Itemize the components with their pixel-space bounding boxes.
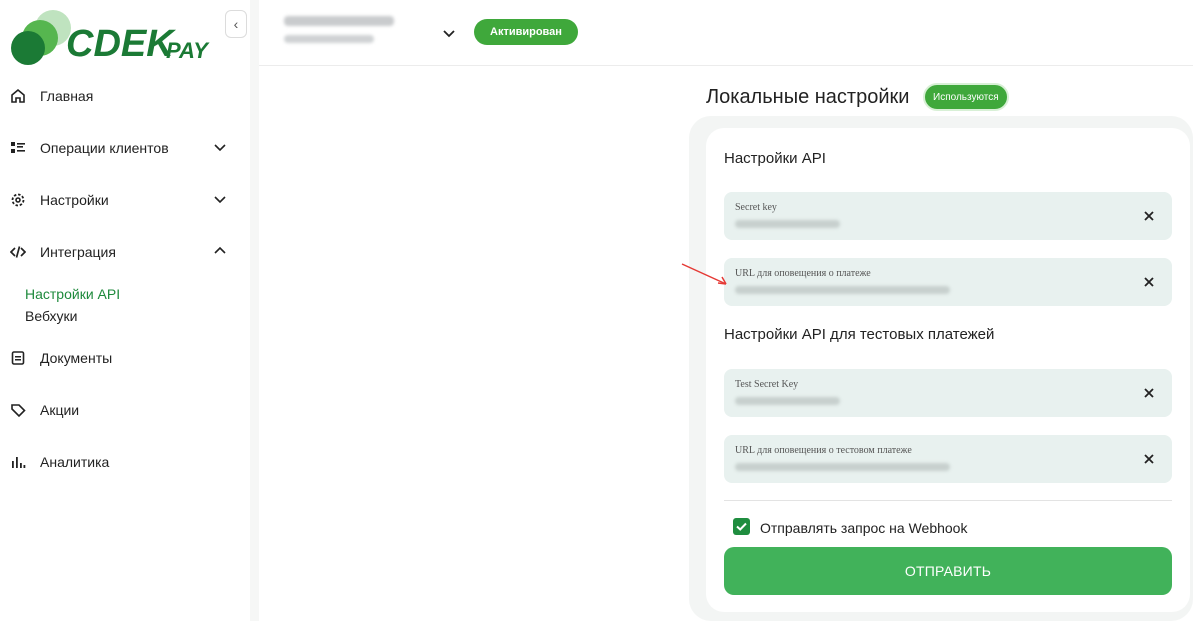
close-icon[interactable] [1142,209,1156,223]
chevron-down-icon [214,196,226,204]
account-name-blurred[interactable] [284,16,394,26]
chevron-down-icon [214,144,226,152]
svg-text:CDEK: CDEK [66,23,176,65]
webhook-checkbox[interactable] [733,518,750,535]
sidebar-separator [250,0,259,621]
sidebar-subitem-api-settings[interactable]: Настройки API [25,286,120,302]
sidebar-item-client-operations[interactable]: Операции клиентов [10,136,235,160]
sidebar: CDEK PAY ‹ Главная Операции клиентов Нас… [0,0,250,621]
divider [724,500,1172,501]
field-label: Secret key [735,202,777,213]
close-icon[interactable] [1142,452,1156,466]
test-api-settings-heading: Настройки API для тестовых платежей [724,326,995,343]
field-value-blurred[interactable] [735,220,840,228]
test-payment-notification-url-field[interactable]: URL для оповещения о тестовом платеже [724,435,1172,483]
sidebar-subitem-webhooks[interactable]: Вебхуки [25,308,77,324]
chevron-down-icon[interactable] [442,26,456,40]
sidebar-item-label: Операции клиентов [40,140,169,156]
chevron-up-icon [214,246,226,254]
chevron-left-icon: ‹ [233,16,239,32]
account-email-blurred [284,35,374,43]
page-title: Локальные настройки [706,86,910,108]
home-icon [10,88,26,104]
field-label: Test Secret Key [735,379,799,390]
tag-icon [10,402,26,418]
sidebar-item-label: Настройки [40,192,109,208]
chart-icon [10,454,26,470]
document-icon [10,350,26,366]
sidebar-item-home[interactable]: Главная [10,84,235,108]
payment-notification-url-field[interactable]: URL для оповещения о платеже [724,258,1172,306]
sidebar-item-label: Интеграция [40,244,116,260]
field-value-blurred[interactable] [735,397,840,405]
sidebar-item-analytics[interactable]: Аналитика [10,450,235,474]
checkmark-icon [736,522,747,531]
operations-icon [10,140,26,156]
red-arrow-annotation [681,263,727,285]
submit-button[interactable]: ОТПРАВИТЬ [724,547,1172,595]
sidebar-item-documents[interactable]: Документы [10,346,235,370]
field-label: URL для оповещения о платеже [735,268,871,279]
top-header: Активирован [259,0,1193,66]
close-icon[interactable] [1142,275,1156,289]
api-settings-heading: Настройки API [724,150,826,167]
collapse-sidebar-button[interactable]: ‹ [225,10,247,38]
test-secret-key-field[interactable]: Test Secret Key [724,369,1172,417]
status-badge: Активирован [474,19,578,45]
code-icon [10,244,26,260]
sidebar-item-label: Главная [40,88,94,104]
sidebar-item-label: Акции [40,402,80,418]
sidebar-item-settings[interactable]: Настройки [10,188,235,212]
field-value-blurred[interactable] [735,463,950,471]
sidebar-item-label: Документы [40,350,113,366]
field-label: URL для оповещения о тестовом платеже [735,445,912,456]
webhook-checkbox-label[interactable]: Отправлять запрос на Webhook [760,520,967,536]
gear-icon [10,192,26,208]
field-value-blurred[interactable] [735,286,950,294]
svg-text:PAY: PAY [166,38,210,63]
cdek-pay-logo[interactable]: CDEK PAY [8,10,218,70]
secret-key-field[interactable]: Secret key [724,192,1172,240]
sidebar-item-promotions[interactable]: Акции [10,398,235,422]
close-icon[interactable] [1142,386,1156,400]
in-use-badge: Используются [923,83,1009,111]
sidebar-item-label: Аналитика [40,454,110,470]
sidebar-item-integration[interactable]: Интеграция [10,240,235,264]
